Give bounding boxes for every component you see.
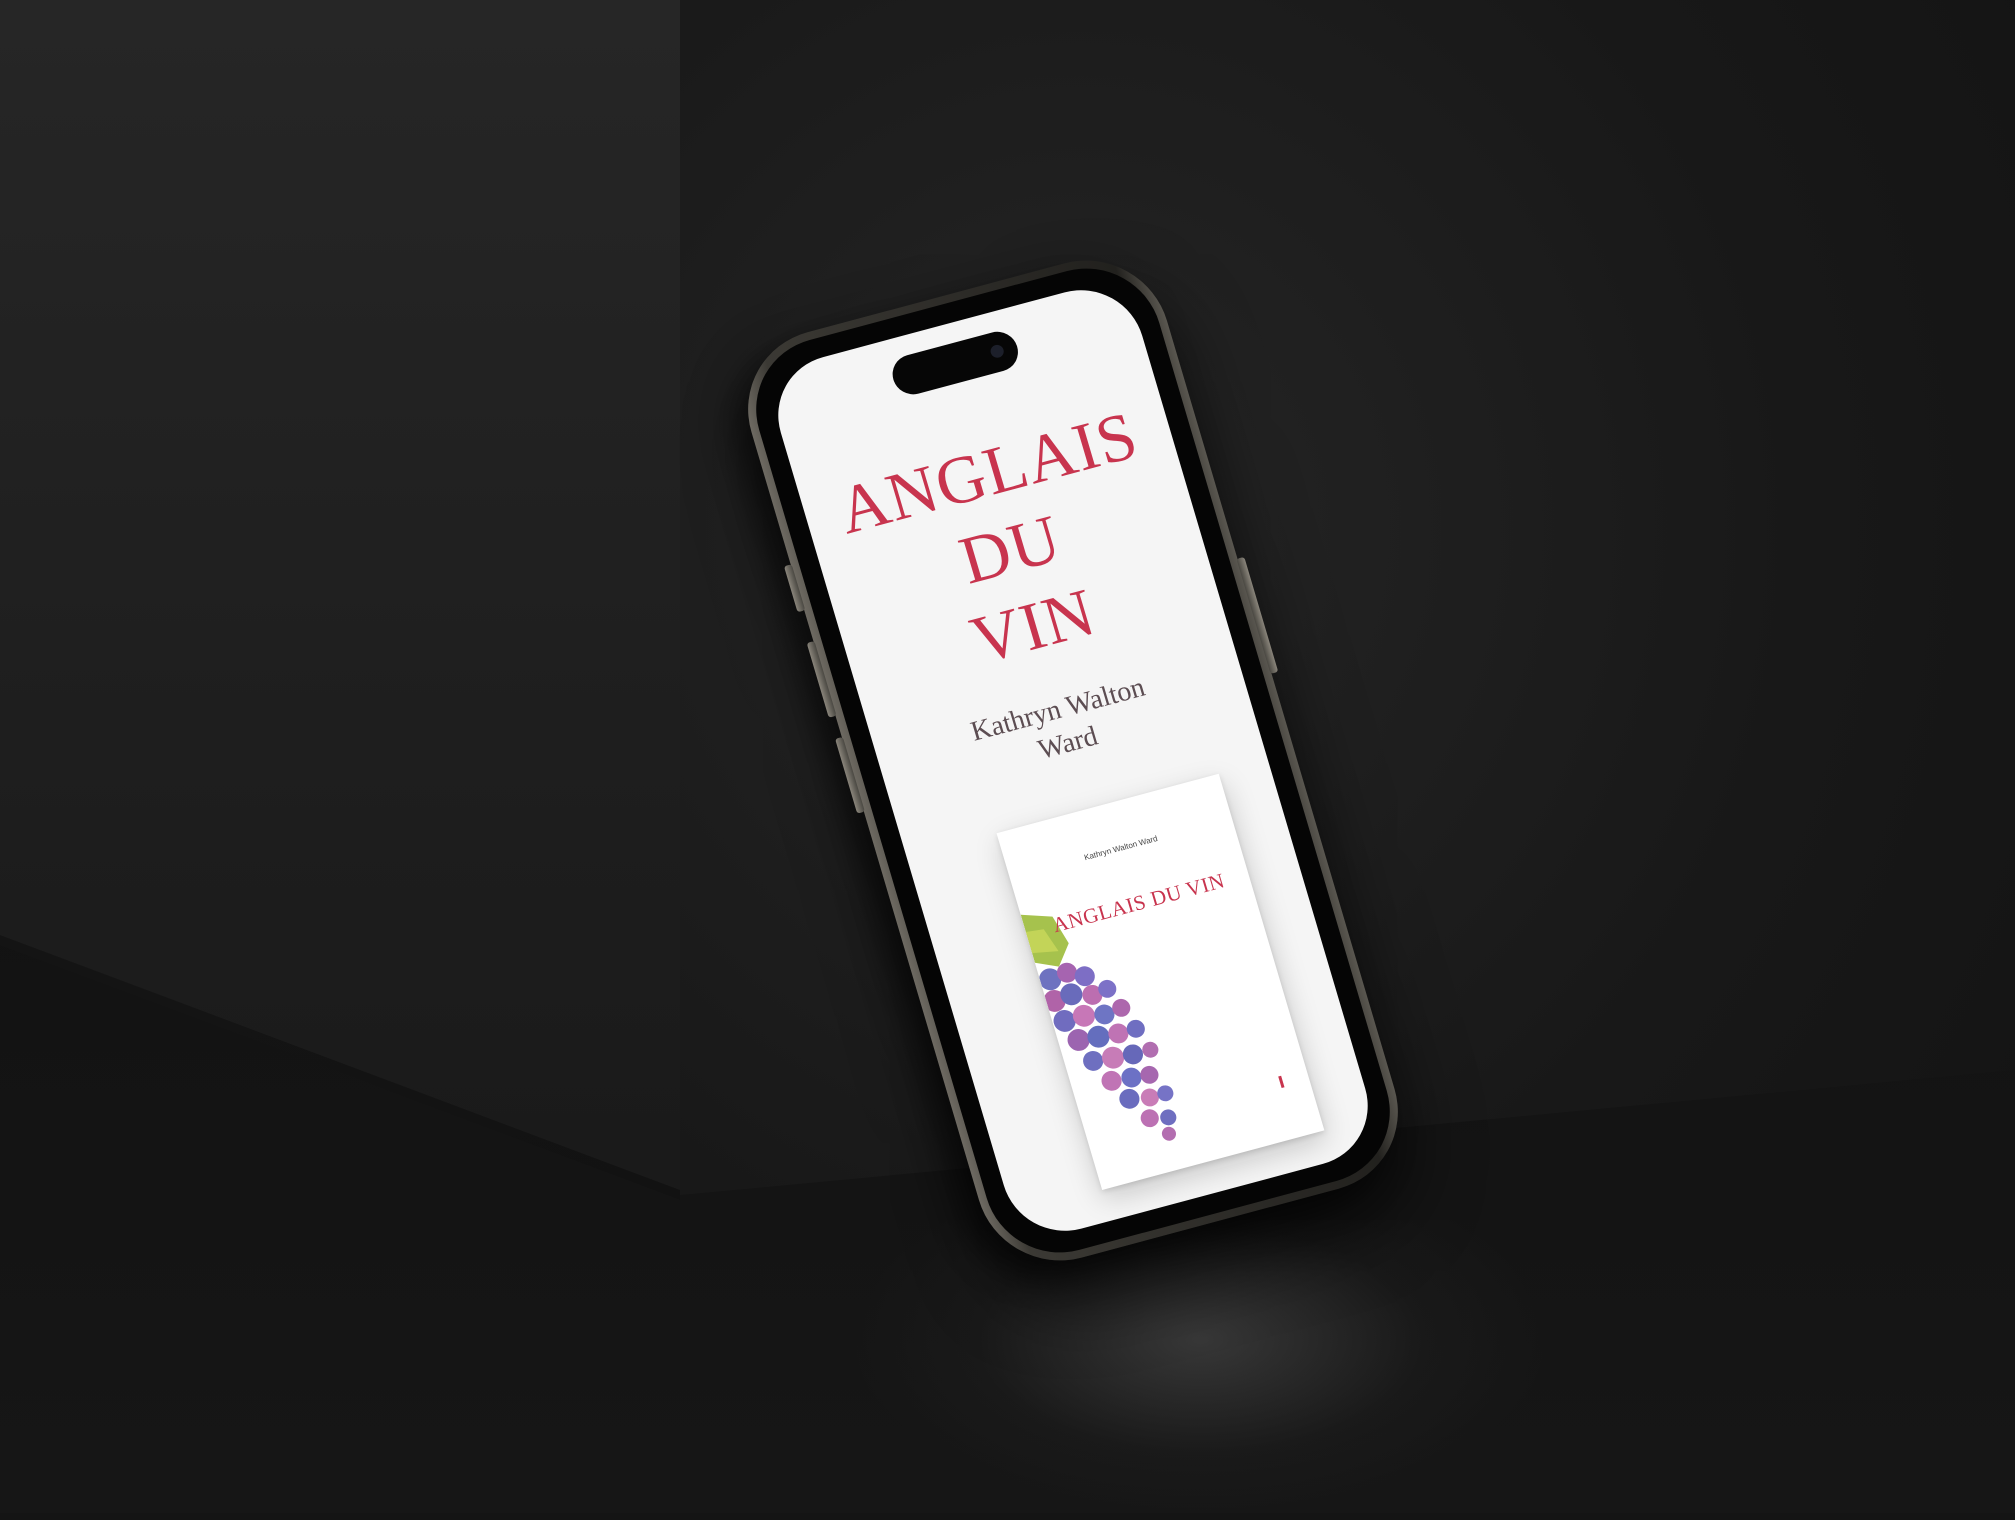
- book-cover-image[interactable]: Kathryn Walton Ward ANGLAIS DU VIN: [996, 773, 1325, 1190]
- camera-icon: [989, 343, 1006, 360]
- cover-author: Kathryn Walton Ward: [1083, 833, 1159, 863]
- dynamic-island: [887, 327, 1023, 399]
- floor-reflection: [850, 1220, 1550, 1520]
- publisher-mark: [1278, 1075, 1285, 1089]
